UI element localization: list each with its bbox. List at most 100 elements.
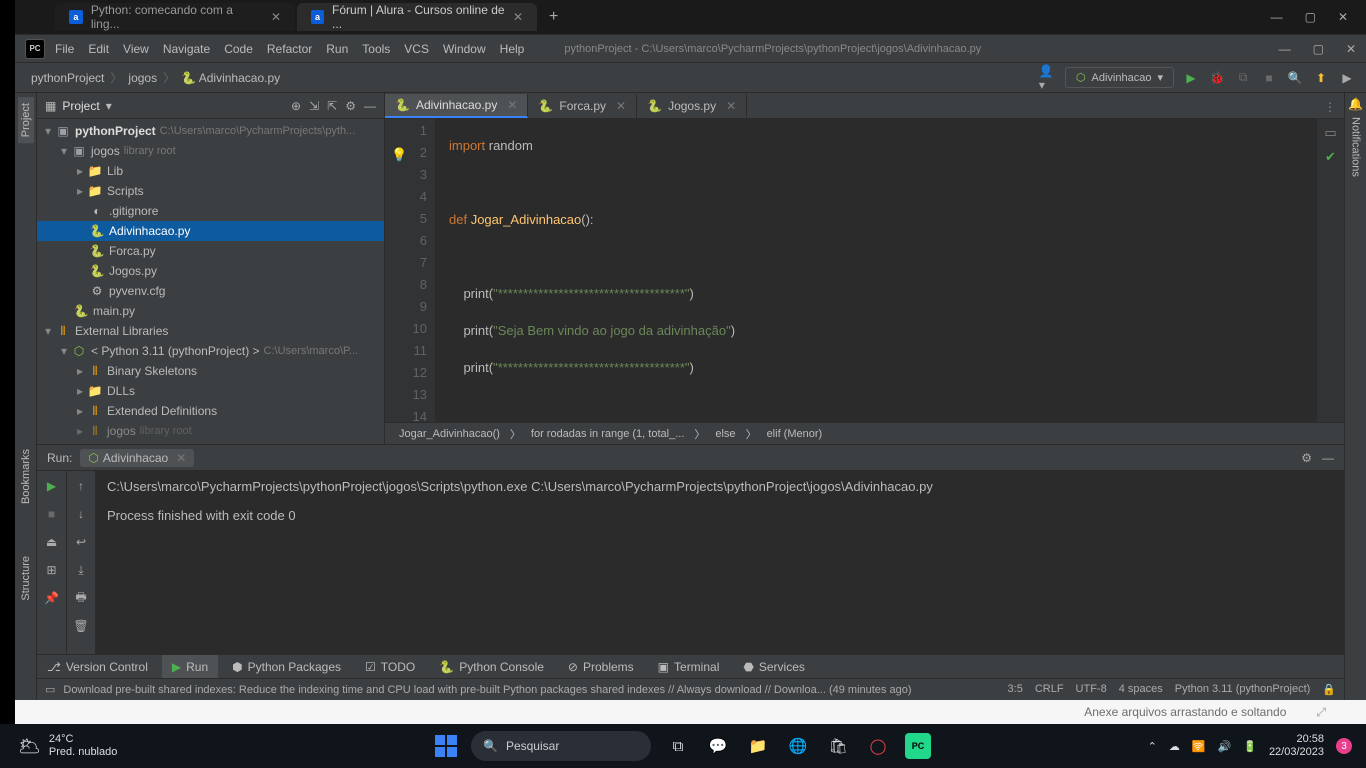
- status-message[interactable]: Download pre-built shared indexes: Reduc…: [63, 684, 911, 696]
- tool-terminal[interactable]: ▣Terminal: [648, 655, 730, 678]
- tree-row[interactable]: ▾▣jogoslibrary root: [37, 141, 384, 161]
- code-crumb[interactable]: else: [711, 427, 739, 441]
- store-icon[interactable]: 🛍: [825, 733, 851, 759]
- chat-icon[interactable]: 💬: [705, 733, 731, 759]
- tool-tab-notifications[interactable]: Notifications: [1348, 111, 1364, 183]
- status-tool-icon[interactable]: ▭: [45, 683, 55, 696]
- code-editor[interactable]: 💡 1234 5678 9101112 1314 import random d…: [385, 119, 1344, 422]
- chevron-down-icon[interactable]: ▾: [106, 99, 112, 113]
- tree-row[interactable]: 🐍Jogos.py: [37, 261, 384, 281]
- expand-icon[interactable]: ⤢: [1316, 705, 1326, 720]
- opera-icon[interactable]: ◯: [865, 733, 891, 759]
- menu-navigate[interactable]: Navigate: [163, 42, 210, 56]
- close-icon[interactable]: ✕: [726, 99, 736, 113]
- tool-python-packages[interactable]: ⬢Python Packages: [222, 655, 351, 678]
- hide-icon[interactable]: —: [364, 99, 376, 113]
- close-icon[interactable]: ✕: [507, 98, 517, 112]
- editor-tab[interactable]: 🐍Forca.py✕: [528, 94, 637, 118]
- clock[interactable]: 20:5822/03/2023: [1269, 733, 1324, 759]
- tool-problems[interactable]: ⊘Problems: [558, 655, 644, 678]
- maximize-icon[interactable]: ▢: [1313, 42, 1324, 56]
- browser-tab-active[interactable]: a Fórum | Alura - Cursos online de ... ✕: [297, 3, 537, 31]
- new-tab-button[interactable]: +: [539, 8, 568, 26]
- tree-row[interactable]: ▸📁Scripts: [37, 181, 384, 201]
- gear-icon[interactable]: ⚙: [345, 99, 356, 113]
- stop-button[interactable]: ■: [1260, 69, 1278, 87]
- collapse-icon[interactable]: ⇱: [327, 99, 337, 113]
- lock-icon[interactable]: 🔒: [1322, 683, 1336, 696]
- tool-todo[interactable]: ☑TODO: [355, 655, 425, 678]
- close-icon[interactable]: ✕: [1346, 42, 1356, 56]
- pycharm-icon[interactable]: PC: [905, 733, 931, 759]
- task-view-icon[interactable]: ⧉: [665, 733, 691, 759]
- file-encoding[interactable]: UTF-8: [1076, 683, 1107, 696]
- explorer-icon[interactable]: 📁: [745, 733, 771, 759]
- debug-button[interactable]: 🐞: [1208, 69, 1226, 87]
- gear-icon[interactable]: ⚙: [1301, 451, 1312, 465]
- code-crumb[interactable]: elif (Menor): [763, 427, 827, 441]
- menu-help[interactable]: Help: [500, 42, 525, 56]
- tree-row[interactable]: ▸📁DLLs: [37, 381, 384, 401]
- tool-tab-project[interactable]: Project: [18, 97, 34, 143]
- browser-tab[interactable]: a Python: comecando com a ling... ✕: [55, 3, 295, 31]
- notification-badge[interactable]: 3: [1336, 738, 1352, 754]
- print-icon[interactable]: 🖶: [72, 589, 90, 607]
- expand-icon[interactable]: ⇲: [309, 99, 319, 113]
- tool-python-console[interactable]: 🐍Python Console: [429, 655, 554, 678]
- down-icon[interactable]: ↓: [72, 505, 90, 523]
- user-icon[interactable]: 👤▾: [1039, 69, 1057, 87]
- menu-code[interactable]: Code: [224, 42, 253, 56]
- editor-tab-active[interactable]: 🐍Adivinhacao.py✕: [385, 94, 528, 118]
- taskbar-search[interactable]: 🔍Pesquisar: [471, 731, 651, 761]
- close-icon[interactable]: ✕: [513, 10, 523, 24]
- ide-features-icon[interactable]: ▶: [1338, 69, 1356, 87]
- layout-button[interactable]: ⊞: [43, 561, 61, 579]
- volume-icon[interactable]: 🔊: [1218, 740, 1232, 753]
- minimize-icon[interactable]: —: [1271, 10, 1283, 24]
- tree-row[interactable]: ▾⬡< Python 3.11 (pythonProject) >C:\User…: [37, 341, 384, 361]
- bell-icon[interactable]: 🔔: [1348, 97, 1363, 111]
- breadcrumb[interactable]: 🐍 Adivinhacao.py: [175, 69, 286, 87]
- menu-vcs[interactable]: VCS: [404, 42, 429, 56]
- trash-icon[interactable]: 🗑: [72, 617, 90, 635]
- run-config-selector[interactable]: ⬡ Adivinhacao ▾: [1065, 67, 1174, 88]
- wrap-icon[interactable]: ↩: [72, 533, 90, 551]
- menu-run[interactable]: Run: [326, 42, 348, 56]
- hide-icon[interactable]: —: [1322, 451, 1334, 465]
- tree-row[interactable]: ▾⫴External Libraries: [37, 321, 384, 341]
- reader-mode-icon[interactable]: ▭: [1324, 125, 1336, 141]
- bulb-icon[interactable]: 💡: [391, 147, 407, 163]
- code-content[interactable]: import random def Jogar_Adivinhacao(): p…: [435, 119, 1316, 422]
- update-icon[interactable]: ⬆: [1312, 69, 1330, 87]
- menu-refactor[interactable]: Refactor: [267, 42, 312, 56]
- tree-row[interactable]: ▸⫴Binary Skeletons: [37, 361, 384, 381]
- caret-position[interactable]: 3:5: [1008, 683, 1023, 696]
- tree-row[interactable]: 🐍Forca.py: [37, 241, 384, 261]
- editor-tab[interactable]: 🐍Jogos.py✕: [637, 94, 747, 118]
- tray-chevron-icon[interactable]: ⌃: [1148, 740, 1157, 753]
- stop-button[interactable]: ■: [43, 505, 61, 523]
- more-icon[interactable]: ⋮: [1316, 96, 1344, 118]
- run-button[interactable]: ▶: [1182, 69, 1200, 87]
- exit-button[interactable]: ⏏: [43, 533, 61, 551]
- run-tab[interactable]: ⬡Adivinhacao✕: [80, 449, 194, 467]
- menu-file[interactable]: File: [55, 42, 74, 56]
- menu-edit[interactable]: Edit: [88, 42, 109, 56]
- tree-row[interactable]: ▸⫴Extended Definitions: [37, 401, 384, 421]
- project-tree[interactable]: ▾▣pythonProjectC:\Users\marco\PycharmPro…: [37, 119, 384, 444]
- close-icon[interactable]: ✕: [271, 10, 281, 24]
- pin-button[interactable]: 📌: [43, 589, 61, 607]
- wifi-icon[interactable]: 🛜: [1192, 740, 1206, 753]
- maximize-icon[interactable]: ▢: [1305, 10, 1316, 24]
- line-separator[interactable]: CRLF: [1035, 683, 1064, 696]
- indent-info[interactable]: 4 spaces: [1119, 683, 1163, 696]
- console-output[interactable]: C:\Users\marco\PycharmProjects\pythonPro…: [95, 471, 1344, 654]
- onedrive-icon[interactable]: ☁: [1169, 740, 1180, 753]
- edge-icon[interactable]: 🌐: [785, 733, 811, 759]
- tool-tab-structure[interactable]: Structure: [18, 550, 34, 607]
- start-button[interactable]: [435, 735, 457, 757]
- breadcrumb[interactable]: pythonProject: [25, 69, 110, 87]
- scroll-icon[interactable]: ⤓: [72, 561, 90, 579]
- tree-row[interactable]: ⚙pyvenv.cfg: [37, 281, 384, 301]
- tree-row[interactable]: ▸⫴jogoslibrary root: [37, 421, 384, 441]
